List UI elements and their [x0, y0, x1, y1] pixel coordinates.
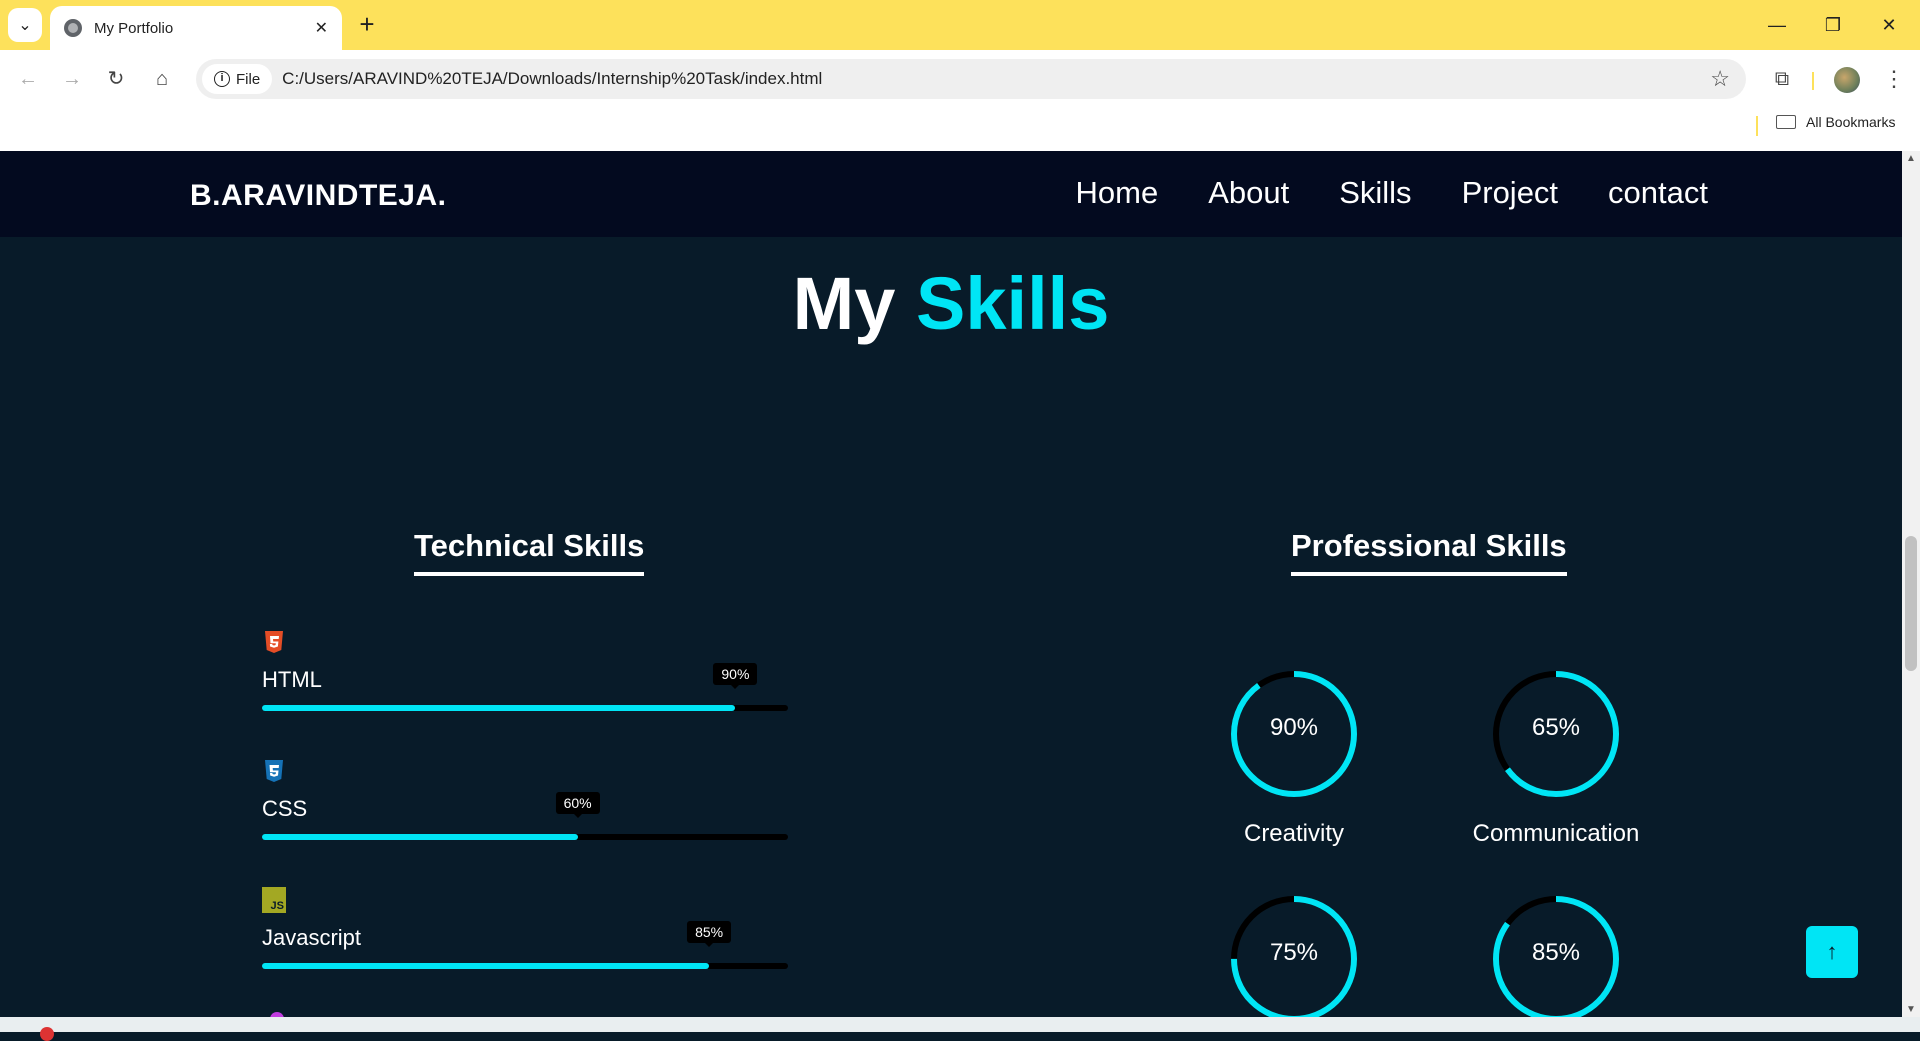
- progress-fill: [262, 705, 736, 711]
- circle-percent: 90%: [1269, 714, 1319, 741]
- bookmarks-bar: All Bookmarks: [0, 108, 1920, 151]
- reload-button[interactable]: ↻: [100, 63, 132, 95]
- progress-track: 60%: [262, 792, 788, 840]
- css3-icon: [262, 758, 286, 784]
- restore-button[interactable]: ❐: [1810, 8, 1856, 42]
- skill-name: CSS: [262, 796, 308, 821]
- tab-search-button[interactable]: ⌄: [8, 8, 42, 42]
- scroll-down-icon[interactable]: ▼: [1906, 1004, 1916, 1015]
- professional-skills-title: Professional Skills: [1291, 528, 1567, 576]
- bookmark-star-icon[interactable]: ☆: [1710, 66, 1730, 92]
- circle-label: Communication: [1472, 820, 1640, 847]
- extensions-icon[interactable]: ⧉: [1766, 63, 1798, 95]
- info-icon: i: [214, 71, 230, 87]
- circle-percent: 75%: [1269, 939, 1319, 966]
- progress-fill: [262, 963, 710, 969]
- percent-tooltip: 85%: [687, 921, 732, 947]
- percent-tooltip: 90%: [713, 663, 758, 689]
- circle-skill-communication: 65% Communication: [1456, 668, 1656, 848]
- circle-skill-3: 75%: [1194, 893, 1394, 1017]
- html5-icon: [262, 629, 286, 655]
- toolbar-divider: [1812, 72, 1814, 90]
- all-bookmarks-label: All Bookmarks: [1806, 114, 1896, 130]
- circle-percent: 65%: [1531, 714, 1581, 741]
- globe-icon: [64, 19, 82, 37]
- section-title: My Skills: [0, 261, 1902, 346]
- home-button[interactable]: ⌂: [146, 63, 178, 95]
- folder-icon: [1776, 115, 1796, 129]
- nav-contact[interactable]: contact: [1608, 175, 1708, 211]
- skill-name: HTML: [262, 667, 322, 692]
- forward-button[interactable]: →: [56, 63, 88, 95]
- js-icon: JS: [262, 887, 286, 913]
- nav-about[interactable]: About: [1208, 175, 1289, 211]
- progress-track: 90%: [262, 663, 788, 711]
- circle-label: Creativity: [1243, 820, 1345, 847]
- technical-skills-title: Technical Skills: [414, 528, 645, 576]
- progress-fill: [262, 834, 578, 840]
- new-tab-button[interactable]: +: [352, 10, 382, 40]
- scrollbar-thumb[interactable]: [1905, 536, 1917, 671]
- back-button[interactable]: ←: [12, 63, 44, 95]
- nav-home[interactable]: Home: [1076, 175, 1159, 211]
- site-chip-label: File: [236, 70, 261, 88]
- circle-percent: 85%: [1531, 939, 1581, 966]
- site-header: B.ARAVINDTEJA. Home About Skills Project…: [0, 151, 1902, 237]
- profile-avatar[interactable]: [1834, 67, 1860, 93]
- section-title-accent: Skills: [916, 262, 1110, 345]
- percent-tooltip: 60%: [555, 792, 600, 818]
- tab-title: My Portfolio: [94, 19, 174, 37]
- browser-toolbar: ← → ↻ ⌂ i File C:/Users/ARAVIND%20TEJA/D…: [0, 50, 1920, 108]
- arrow-up-icon: ↑: [1826, 939, 1838, 964]
- skill-javascript: JS Javascript 85%: [262, 887, 788, 969]
- close-tab-icon[interactable]: ✕: [315, 18, 328, 38]
- skill-css: CSS 60%: [262, 758, 788, 840]
- nav-skills[interactable]: Skills: [1339, 175, 1411, 211]
- taskbar-strip: [0, 1017, 1920, 1041]
- url-text[interactable]: C:/Users/ARAVIND%20TEJA/Downloads/Intern…: [282, 69, 1710, 89]
- browser-tab-strip: ⌄ My Portfolio ✕ + — ❐ ✕: [0, 0, 1920, 50]
- circle-skill-creativity: 90% Creativity: [1194, 668, 1394, 848]
- minimize-button[interactable]: —: [1754, 8, 1800, 42]
- page-scrollbar[interactable]: ▲ ▼: [1902, 151, 1920, 1017]
- skill-html: HTML 90%: [262, 629, 788, 711]
- all-bookmarks-button[interactable]: All Bookmarks: [1776, 114, 1895, 130]
- section-title-prefix: My: [792, 262, 896, 345]
- site-logo[interactable]: B.ARAVINDTEJA.: [190, 179, 446, 213]
- browser-tab[interactable]: My Portfolio ✕: [50, 6, 342, 50]
- progress-track: 85%: [262, 921, 788, 969]
- chevron-down-icon: ⌄: [18, 17, 32, 34]
- address-bar[interactable]: i File C:/Users/ARAVIND%20TEJA/Downloads…: [196, 59, 1746, 99]
- scroll-to-top-button[interactable]: ↑: [1806, 926, 1858, 978]
- taskbar-app-icon[interactable]: [40, 1027, 54, 1041]
- circle-skill-4: 85%: [1456, 893, 1656, 1017]
- site-info-chip[interactable]: i File: [202, 64, 273, 94]
- nav-project[interactable]: Project: [1462, 175, 1558, 211]
- close-window-button[interactable]: ✕: [1866, 8, 1912, 42]
- site-nav: Home About Skills Project contact: [1076, 175, 1709, 211]
- bookmarks-divider: [1756, 116, 1758, 136]
- scroll-up-icon[interactable]: ▲: [1906, 153, 1916, 164]
- page-viewport: B.ARAVINDTEJA. Home About Skills Project…: [0, 151, 1902, 1017]
- browser-menu-icon[interactable]: ⋮: [1878, 63, 1910, 95]
